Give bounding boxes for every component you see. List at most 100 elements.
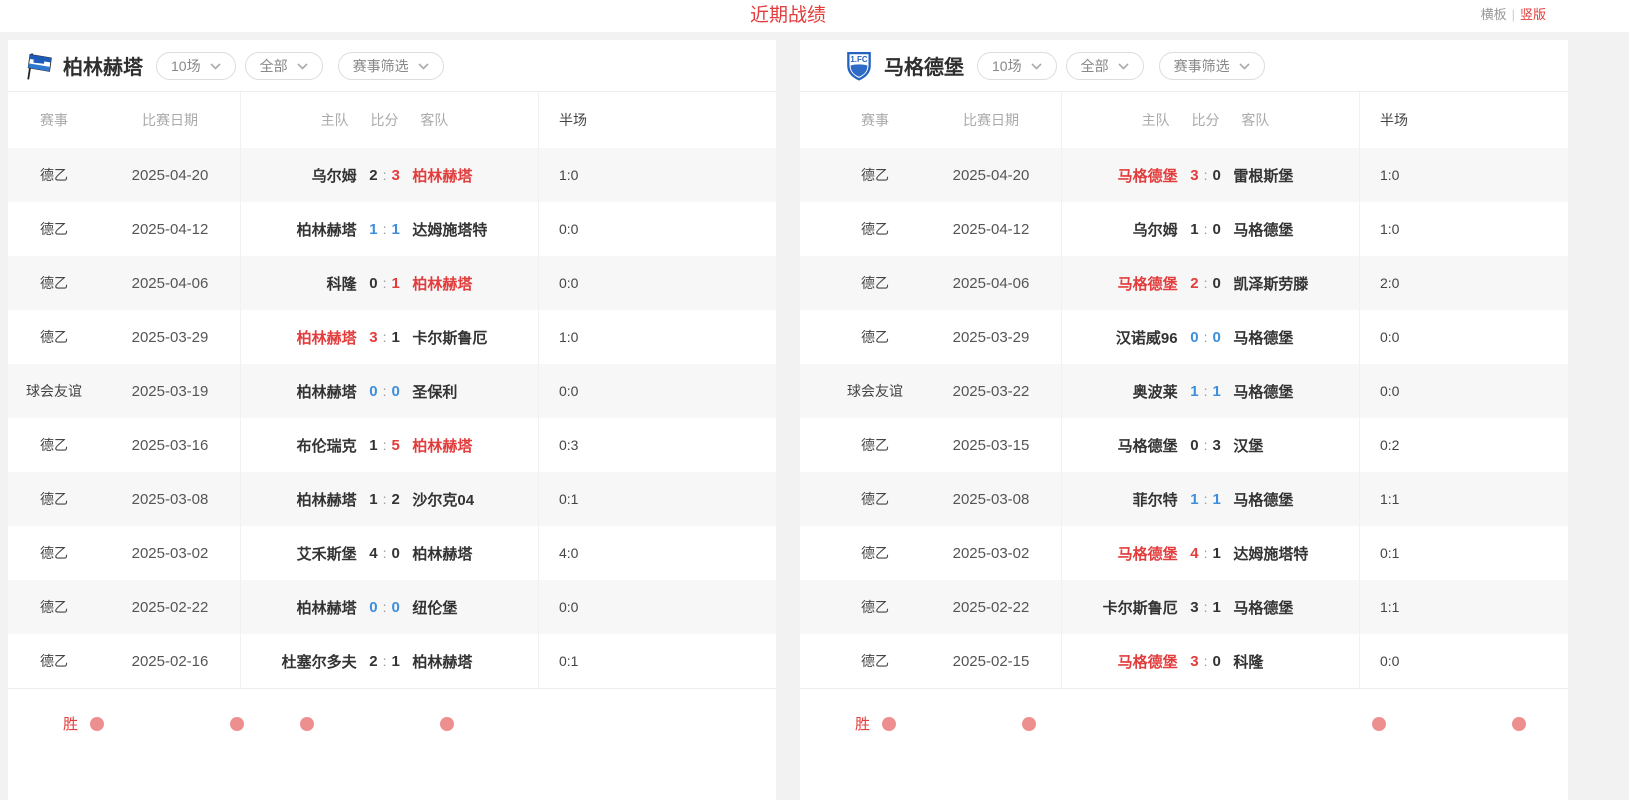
score-colon: : xyxy=(383,653,387,669)
venue-filter-dropdown[interactable]: 全部 xyxy=(245,52,323,80)
halftime-cell: 0:0 xyxy=(538,364,776,418)
win-dot xyxy=(90,717,104,731)
match-cell: 马格德堡 3 : 0 雷根斯堡 xyxy=(1061,148,1359,202)
date-cell: 2025-03-02 xyxy=(100,545,240,562)
chevron-down-icon xyxy=(1239,63,1250,70)
score: 1 : 1 xyxy=(357,221,413,238)
chevron-down-icon xyxy=(1118,63,1129,70)
home-team: 乌尔姆 xyxy=(241,165,357,186)
away-team: 马格德堡 xyxy=(1233,381,1359,402)
venue-filter-label: 全部 xyxy=(1081,56,1109,76)
home-score: 3 xyxy=(1190,599,1198,616)
score: 1 : 1 xyxy=(1178,491,1234,508)
away-team: 马格德堡 xyxy=(1233,327,1359,348)
score-colon: : xyxy=(383,167,387,183)
date-cell: 2025-04-06 xyxy=(100,275,240,292)
table-row: 德乙 2025-02-16 杜塞尔多夫 2 : 1 柏林赫塔 0:1 xyxy=(8,634,776,688)
match-cell: 科隆 0 : 1 柏林赫塔 xyxy=(240,256,538,310)
away-team: 达姆施塔特 xyxy=(1233,543,1359,564)
table-row: 球会友谊 2025-03-22 奥波莱 1 : 1 马格德堡 0:0 xyxy=(800,364,1568,418)
date-cell: 2025-04-06 xyxy=(921,275,1061,292)
table-row: 德乙 2025-03-08 柏林赫塔 1 : 2 沙尔克04 0:1 xyxy=(8,472,776,526)
competition-cell: 德乙 xyxy=(829,273,921,293)
score-colon: : xyxy=(383,437,387,453)
date-cell: 2025-04-12 xyxy=(921,221,1061,238)
date-cell: 2025-03-29 xyxy=(100,329,240,346)
competition-filter-dropdown[interactable]: 赛事筛选 xyxy=(1159,52,1265,80)
away-team: 马格德堡 xyxy=(1233,219,1359,240)
table-row: 德乙 2025-04-12 柏林赫塔 1 : 1 达姆施塔特 0:0 xyxy=(8,202,776,256)
halftime-cell: 0:0 xyxy=(1359,364,1568,418)
competition-cell: 德乙 xyxy=(8,327,100,347)
halftime-cell: 0:0 xyxy=(538,256,776,310)
match-cell: 汉诺威96 0 : 0 马格德堡 xyxy=(1061,310,1359,364)
home-score: 4 xyxy=(1190,545,1198,562)
halftime-cell: 0:3 xyxy=(538,418,776,472)
games-filter-dropdown[interactable]: 10场 xyxy=(977,52,1057,80)
score-colon: : xyxy=(1204,437,1208,453)
vertical-layout-link[interactable]: 竖版 xyxy=(1520,7,1546,22)
away-score: 1 xyxy=(1212,545,1220,562)
venue-filter-dropdown[interactable]: 全部 xyxy=(1066,52,1144,80)
home-team: 马格德堡 xyxy=(1062,435,1178,456)
competition-cell: 德乙 xyxy=(829,489,921,509)
away-score: 1 xyxy=(1212,491,1220,508)
home-team: 柏林赫塔 xyxy=(241,489,357,510)
away-team: 柏林赫塔 xyxy=(412,651,538,672)
team-logo-shield: 1.FC xyxy=(843,50,875,82)
games-filter-dropdown[interactable]: 10场 xyxy=(156,52,236,80)
home-team: 奥波莱 xyxy=(1062,381,1178,402)
away-team: 达姆施塔特 xyxy=(412,219,538,240)
table-row: 德乙 2025-04-20 马格德堡 3 : 0 雷根斯堡 1:0 xyxy=(800,148,1568,202)
home-team: 汉诺威96 xyxy=(1062,327,1178,348)
competition-filter-dropdown[interactable]: 赛事筛选 xyxy=(338,52,444,80)
away-team: 纽伦堡 xyxy=(412,597,538,618)
away-team: 凯泽斯劳滕 xyxy=(1233,273,1359,294)
away-score: 0 xyxy=(1212,167,1220,184)
match-cell: 柏林赫塔 0 : 0 纽伦堡 xyxy=(240,580,538,634)
score-colon: : xyxy=(383,545,387,561)
competition-cell: 德乙 xyxy=(829,327,921,347)
away-score: 2 xyxy=(391,491,399,508)
team-results-card: 1.FC 马格德堡 10场 全部 赛事筛选 赛事 比赛日期 主队 比分 xyxy=(800,40,1568,800)
competition-cell: 球会友谊 xyxy=(8,381,100,401)
home-team: 科隆 xyxy=(241,273,357,294)
date-cell: 2025-03-02 xyxy=(921,545,1061,562)
win-dot xyxy=(230,717,244,731)
page-title: 近期战绩 xyxy=(8,0,1568,31)
competition-cell: 德乙 xyxy=(8,543,100,563)
away-team: 柏林赫塔 xyxy=(412,165,538,186)
away-score: 5 xyxy=(391,437,399,454)
chevron-down-icon xyxy=(210,63,221,70)
score-colon: : xyxy=(383,221,387,237)
score: 3 : 0 xyxy=(1178,167,1234,184)
away-team: 马格德堡 xyxy=(1233,489,1359,510)
away-score: 0 xyxy=(391,545,399,562)
home-score: 0 xyxy=(1190,437,1198,454)
competition-cell: 德乙 xyxy=(8,273,100,293)
match-cell: 乌尔姆 2 : 3 柏林赫塔 xyxy=(240,148,538,202)
away-score: 1 xyxy=(1212,599,1220,616)
score-colon: : xyxy=(1204,599,1208,615)
halftime-cell: 0:1 xyxy=(1359,526,1568,580)
horizontal-layout-link[interactable]: 横板 xyxy=(1481,7,1507,22)
competition-cell: 德乙 xyxy=(829,543,921,563)
home-score: 3 xyxy=(1190,167,1198,184)
score: 1 : 0 xyxy=(1178,221,1234,238)
halftime-cell: 1:0 xyxy=(538,310,776,364)
win-dot xyxy=(440,717,454,731)
away-team: 柏林赫塔 xyxy=(412,435,538,456)
layout-toggle: 横板|竖版 xyxy=(1481,0,1546,30)
score-colon: : xyxy=(383,329,387,345)
halftime-cell: 0:0 xyxy=(538,580,776,634)
away-team: 沙尔克04 xyxy=(412,489,538,510)
match-cell: 柏林赫塔 1 : 2 沙尔克04 xyxy=(240,472,538,526)
score-colon: : xyxy=(1204,221,1208,237)
score: 4 : 0 xyxy=(357,545,413,562)
home-team: 乌尔姆 xyxy=(1062,219,1178,240)
halftime-cell: 1:0 xyxy=(1359,202,1568,256)
away-score: 3 xyxy=(1212,437,1220,454)
competition-cell: 德乙 xyxy=(829,165,921,185)
competition-cell: 球会友谊 xyxy=(829,381,921,401)
home-team: 柏林赫塔 xyxy=(241,381,357,402)
